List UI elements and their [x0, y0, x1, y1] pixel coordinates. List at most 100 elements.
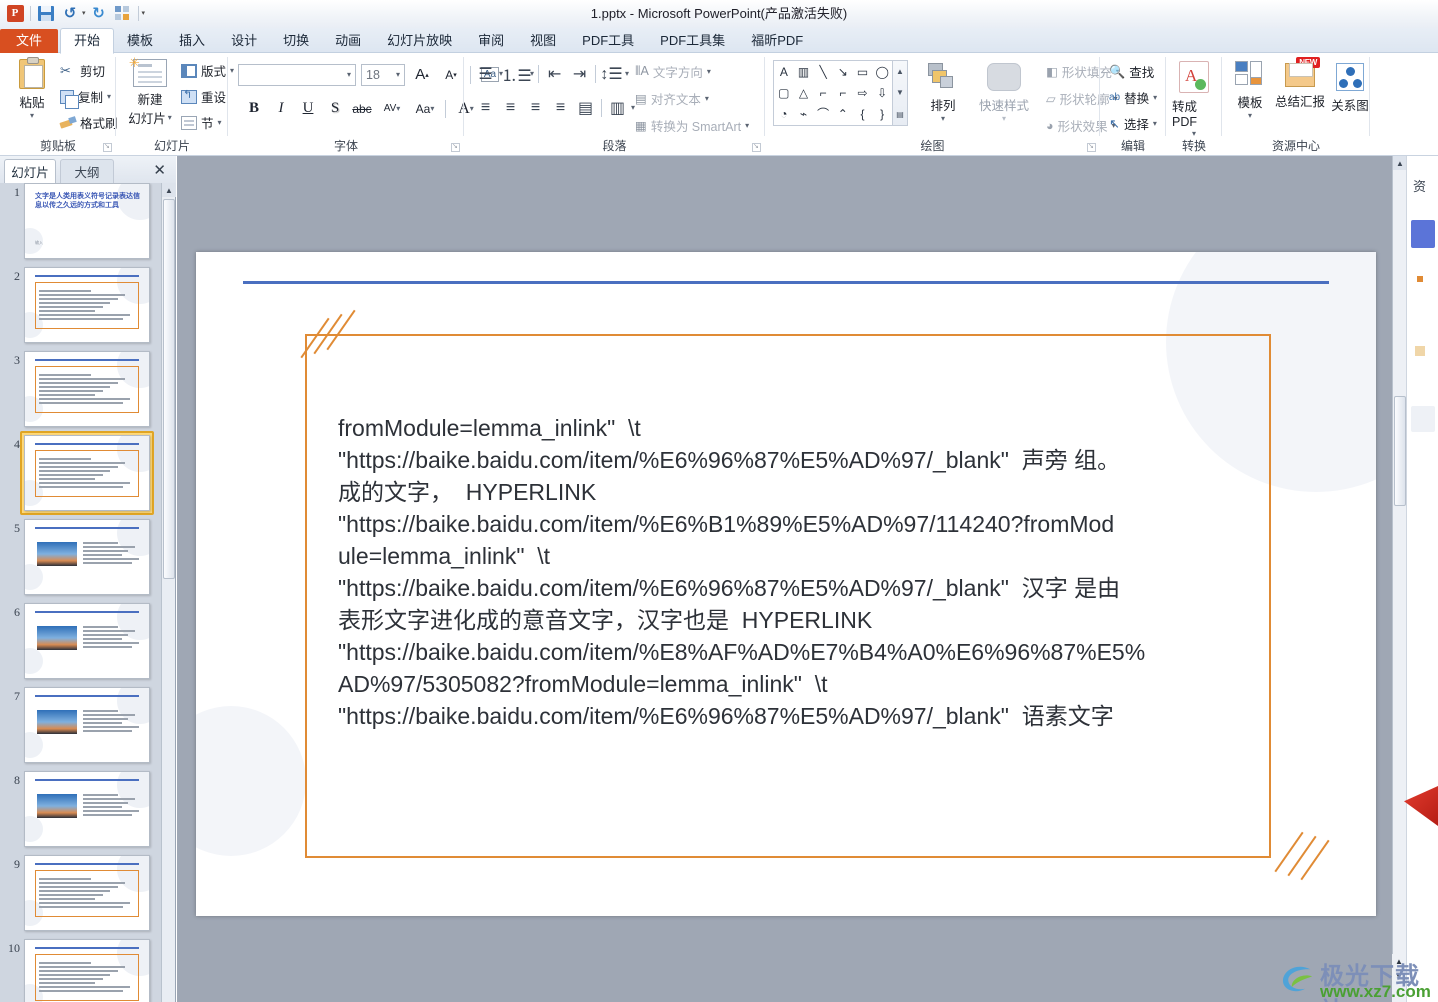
summary-report-button[interactable]: NEW 总结汇报: [1272, 57, 1328, 110]
ribbon-tab-开始[interactable]: 开始: [60, 28, 115, 54]
gallery-more-icon[interactable]: ▤: [896, 110, 904, 119]
relation-chart-button[interactable]: 关系图: [1330, 63, 1370, 114]
slide-thumbnail-9[interactable]: 9: [0, 855, 175, 939]
shape-item-16[interactable]: {: [860, 108, 864, 120]
thumbnail-preview[interactable]: [24, 939, 150, 1002]
thumbnail-preview[interactable]: [24, 519, 150, 595]
close-panel-icon[interactable]: ✕: [153, 161, 166, 179]
font-name-caret-icon[interactable]: ▾: [347, 70, 351, 79]
ribbon-tab-动画[interactable]: 动画: [322, 29, 374, 53]
shape-item-6[interactable]: ▢: [778, 87, 789, 99]
side-pane-card-1[interactable]: [1411, 220, 1435, 248]
thumbnail-preview[interactable]: [24, 351, 150, 427]
character-spacing-button[interactable]: AV ▾: [377, 97, 407, 120]
format-painter-button[interactable]: 格式刷: [57, 112, 121, 133]
slide-thumbnail-list[interactable]: 1 文字是人类用表义符号记录表达信息以传之久远的方式和工具 输入 2 3 4 5 6 7 8 9 10: [0, 183, 175, 1002]
slide-thumbnail-2[interactable]: 2: [0, 267, 175, 351]
bullets-button[interactable]: ☰: [474, 63, 497, 84]
slide-thumbnail-3[interactable]: 3: [0, 351, 175, 435]
to-pdf-button[interactable]: 转成PDF ▾: [1172, 61, 1216, 138]
align-text-button[interactable]: ▤ 对齐文本 ▾: [632, 88, 752, 109]
main-vertical-scrollbar[interactable]: ▲: [1392, 156, 1407, 954]
shapes-gallery[interactable]: A ▥ ╲ ↘ ▭ ◯ ▢ △ ⌐ ⌐ ⇨ ⇩ ◔ ⌁ ⌒ ⌃ {}: [773, 60, 893, 126]
shape-item-11[interactable]: ⇩: [877, 87, 887, 99]
line-spacing-caret-icon[interactable]: ▾: [625, 69, 629, 78]
font-size-input[interactable]: 18 ▾: [361, 63, 405, 86]
shape-item-15[interactable]: ⌃: [838, 108, 848, 120]
new-slide-caret-icon[interactable]: ▾: [168, 113, 172, 122]
thumbnail-preview[interactable]: [24, 603, 150, 679]
ribbon-tab-视图[interactable]: 视图: [517, 29, 569, 53]
shape-item-8[interactable]: ⌐: [820, 87, 827, 99]
shape-item-13[interactable]: ⌁: [800, 108, 807, 120]
thumbnail-preview[interactable]: [24, 855, 150, 931]
convert-smartart-button[interactable]: ▦ 转换为 SmartArt ▾: [632, 115, 752, 136]
thumbnail-preview[interactable]: [24, 435, 150, 511]
distribute-button[interactable]: ▤: [574, 97, 597, 118]
slide-thumbnail-1[interactable]: 1 文字是人类用表义符号记录表达信息以传之久远的方式和工具 输入: [0, 183, 175, 267]
clipboard-dialog-launcher[interactable]: [103, 142, 112, 152]
shape-item-4[interactable]: ▭: [857, 66, 868, 78]
strikethrough-button[interactable]: abc: [350, 97, 374, 120]
replace-caret-icon[interactable]: ▾: [1153, 93, 1157, 102]
copy-caret-icon[interactable]: ▾: [107, 92, 111, 101]
align-text-caret-icon[interactable]: ▾: [705, 94, 709, 103]
tab-outline[interactable]: 大纲: [60, 159, 114, 183]
font-name-input[interactable]: ▾: [238, 63, 356, 86]
shape-item-14[interactable]: ⌒: [817, 108, 829, 120]
align-right-button[interactable]: ≡: [524, 97, 547, 118]
ribbon-tab-设计[interactable]: 设计: [218, 29, 270, 53]
quick-styles-button[interactable]: 快速样式 ▾: [971, 63, 1037, 123]
numbering-button[interactable]: ⒈☰: [501, 63, 531, 85]
shape-item-9[interactable]: ⌐: [839, 87, 846, 99]
panel-scrollbar[interactable]: ▲: [161, 183, 176, 1002]
increase-indent-button[interactable]: ⇥: [568, 63, 591, 84]
font-size-caret-icon[interactable]: ▾: [396, 70, 400, 79]
text-direction-button[interactable]: ⦀A 文字方向 ▾: [632, 61, 752, 82]
ribbon-tab-插入[interactable]: 插入: [166, 29, 218, 53]
shrink-font-button[interactable]: A ▾: [439, 63, 463, 86]
numbering-caret-icon[interactable]: ▾: [530, 69, 534, 78]
new-slide-button[interactable]: ✳ 新建 幻灯片 ▾: [124, 55, 176, 127]
paragraph-dialog-launcher[interactable]: [752, 142, 761, 152]
ribbon-tab-PDF工具集[interactable]: PDF工具集: [647, 29, 738, 53]
thumbnail-preview[interactable]: [24, 687, 150, 763]
quick-styles-caret-icon[interactable]: ▾: [1002, 114, 1006, 123]
slide-thumbnail-10[interactable]: 10: [0, 939, 175, 1002]
align-left-button[interactable]: ≡: [474, 97, 497, 118]
ribbon-tab-福昕PDF[interactable]: 福昕PDF: [738, 29, 816, 53]
drawing-dialog-launcher[interactable]: [1087, 142, 1096, 152]
panel-scroll-thumb[interactable]: [163, 199, 175, 579]
resource-side-pane[interactable]: 资: [1404, 156, 1438, 1002]
paste-button[interactable]: 粘贴 ▾: [8, 57, 56, 120]
side-pane-card-2[interactable]: [1411, 406, 1435, 432]
shape-item-17[interactable]: }: [880, 108, 884, 120]
select-caret-icon[interactable]: ▾: [1153, 119, 1157, 128]
shape-item-0[interactable]: A: [780, 66, 788, 78]
copy-button[interactable]: 复制 ▾: [57, 86, 121, 109]
thumbnail-preview[interactable]: 文字是人类用表义符号记录表达信息以传之久远的方式和工具 输入: [24, 183, 150, 259]
shape-item-10[interactable]: ⇨: [857, 87, 867, 99]
scroll-up-icon[interactable]: ▲: [1393, 156, 1407, 170]
underline-button[interactable]: U: [296, 97, 320, 120]
decrease-indent-button[interactable]: ⇤: [543, 63, 566, 84]
change-case-button[interactable]: Aa ▾: [410, 97, 440, 120]
align-center-button[interactable]: ≡: [499, 97, 522, 118]
replace-button[interactable]: ab 替换 ▾: [1106, 87, 1160, 108]
section-caret-icon[interactable]: ▾: [218, 118, 222, 127]
slide-thumbnail-4[interactable]: 4: [0, 431, 175, 519]
slide-editing-area[interactable]: fromModule=lemma_inlink" \t "https://baik…: [177, 156, 1392, 1002]
slide-thumbnail-7[interactable]: 7: [0, 687, 175, 771]
ribbon-tab-幻灯片放映[interactable]: 幻灯片放映: [374, 29, 465, 53]
arrange-button[interactable]: 排列 ▾: [920, 63, 966, 123]
convert-smartart-caret-icon[interactable]: ▾: [745, 121, 749, 130]
cut-button[interactable]: ✂ 剪切: [57, 60, 121, 81]
shape-item-1[interactable]: ▥: [798, 66, 809, 78]
ribbon-tab-审阅[interactable]: 审阅: [465, 29, 517, 53]
template-caret-icon[interactable]: ▾: [1248, 111, 1252, 120]
bold-button[interactable]: B: [242, 97, 266, 120]
arrange-caret-icon[interactable]: ▾: [941, 114, 945, 123]
select-button[interactable]: ↖ 选择 ▾: [1106, 113, 1160, 134]
shape-item-3[interactable]: ↘: [838, 66, 848, 78]
shapes-gallery-scroll[interactable]: ▲ ▼ ▤: [893, 60, 908, 126]
